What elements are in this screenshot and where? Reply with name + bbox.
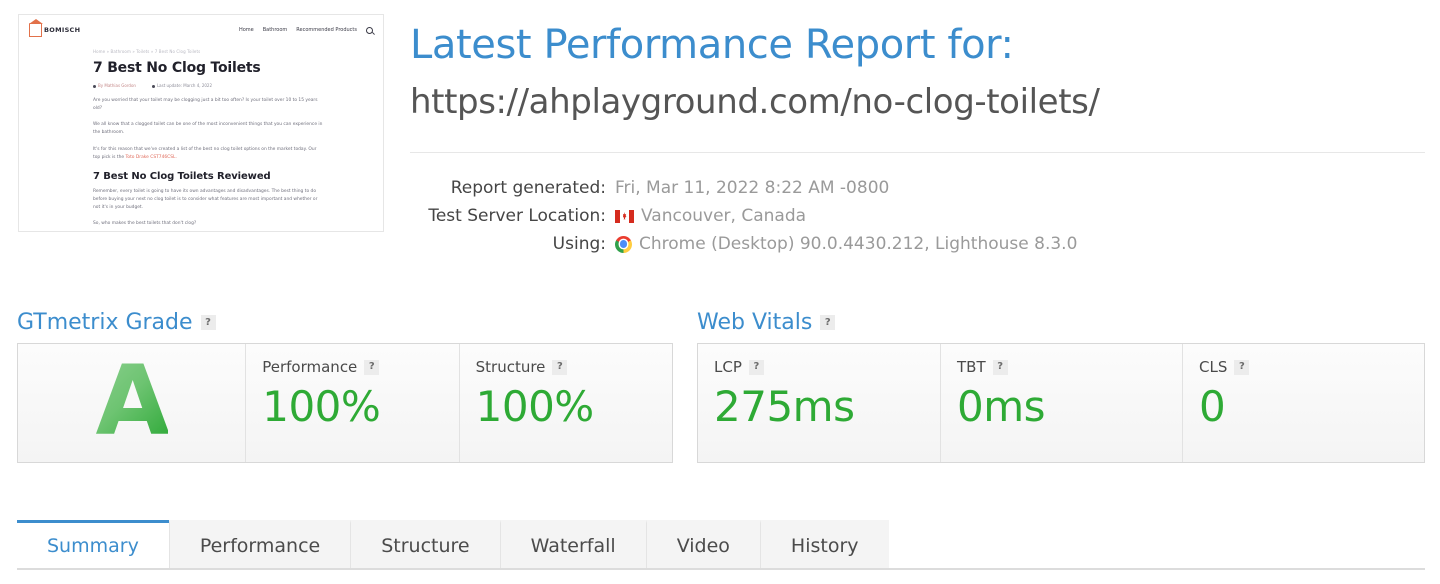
thumbnail-article-meta: By Mathias Gordon Last update: March 4, … bbox=[93, 83, 323, 88]
thumbnail-content: BOMISCH Home Bathroom Recommended Produc… bbox=[19, 15, 383, 231]
gtmetrix-grade-heading: GTmetrix Grade ? bbox=[17, 310, 673, 335]
thumbnail-paragraph-2: We all know that a clogged toilet can be… bbox=[93, 121, 323, 137]
help-icon-structure[interactable]: ? bbox=[552, 360, 567, 375]
report-metadata: Report generated: Fri, Mar 11, 2022 8:22… bbox=[410, 174, 1310, 258]
metadata-row-using: Using: Chrome (Desktop) 90.0.4430.212, L… bbox=[410, 230, 1310, 258]
metadata-label: Report generated: bbox=[410, 178, 615, 198]
clock-icon bbox=[152, 85, 155, 88]
report-generated-value: Fri, Mar 11, 2022 8:22 AM -0800 bbox=[615, 178, 889, 198]
tbt-cell: TBT ? 0ms bbox=[940, 344, 1182, 462]
lcp-value: 275ms bbox=[714, 386, 924, 428]
page-screenshot-thumbnail[interactable]: BOMISCH Home Bathroom Recommended Produc… bbox=[18, 14, 384, 232]
thumbnail-paragraph-5: So, who makes the best toilets that don'… bbox=[93, 220, 323, 228]
page-title: Latest Performance Report for: bbox=[410, 22, 1014, 68]
tab-waterfall[interactable]: Waterfall bbox=[500, 520, 646, 568]
performance-score-label: Performance ? bbox=[262, 358, 442, 376]
maple-leaf-icon bbox=[623, 212, 627, 220]
chrome-icon bbox=[615, 236, 632, 253]
structure-score-value: 100% bbox=[476, 386, 656, 428]
help-icon-tbt[interactable]: ? bbox=[993, 360, 1008, 375]
cls-cell: CLS ? 0 bbox=[1182, 344, 1424, 462]
thumbnail-paragraph-1: Are you worried that your toilet may be … bbox=[93, 97, 323, 113]
thumbnail-logo: BOMISCH bbox=[29, 23, 80, 37]
thumbnail-site-nav: BOMISCH Home Bathroom Recommended Produc… bbox=[19, 15, 383, 45]
report-header: BOMISCH Home Bathroom Recommended Produc… bbox=[0, 0, 1440, 280]
metadata-value: Fri, Mar 11, 2022 8:22 AM -0800 bbox=[615, 178, 889, 198]
tab-video[interactable]: Video bbox=[646, 520, 760, 568]
tab-structure[interactable]: Structure bbox=[350, 520, 499, 568]
thumbnail-heading: 7 Best No Clog Toilets bbox=[93, 60, 323, 76]
metadata-row-test-server-location: Test Server Location: Vancouver, Canada bbox=[410, 202, 1310, 230]
thumbnail-byline: By Mathias Gordon bbox=[93, 83, 136, 88]
metadata-row-report-generated: Report generated: Fri, Mar 11, 2022 8:22… bbox=[410, 174, 1310, 202]
tab-history[interactable]: History bbox=[760, 520, 889, 568]
web-vitals-panel: Web Vitals ? LCP ? 275ms TBT ? 0ms CLS ?… bbox=[697, 310, 1425, 463]
gtmetrix-grade-panel: GTmetrix Grade ? A Performance ? 100% St… bbox=[17, 310, 673, 463]
thumbnail-paragraph-3: It's for this reason that we've created … bbox=[93, 146, 323, 162]
cls-label: CLS ? bbox=[1199, 358, 1408, 376]
gtmetrix-grade-card: A Performance ? 100% Structure ? 100% bbox=[17, 343, 673, 463]
cls-value: 0 bbox=[1199, 386, 1408, 428]
performance-score-cell: Performance ? 100% bbox=[245, 344, 458, 462]
help-icon-cls[interactable]: ? bbox=[1234, 360, 1249, 375]
tab-performance[interactable]: Performance bbox=[169, 520, 350, 568]
performance-score-value: 100% bbox=[262, 386, 442, 428]
metadata-label: Using: bbox=[410, 234, 615, 254]
web-vitals-card: LCP ? 275ms TBT ? 0ms CLS ? 0 bbox=[697, 343, 1425, 463]
overall-grade-value: A bbox=[95, 353, 167, 449]
thumbnail-article: Home » Bathroom » Toilets » 7 Best No Cl… bbox=[93, 49, 323, 232]
web-vitals-heading-label: Web Vitals bbox=[697, 310, 812, 335]
help-icon-lcp[interactable]: ? bbox=[749, 360, 764, 375]
metadata-value: Chrome (Desktop) 90.0.4430.212, Lighthou… bbox=[615, 234, 1077, 254]
thumbnail-paragraph-4: Remember, every toilet is going to have … bbox=[93, 188, 323, 212]
thumbnail-nav-item-home: Home bbox=[239, 27, 254, 33]
flag-canada-icon bbox=[615, 210, 634, 223]
web-vitals-heading: Web Vitals ? bbox=[697, 310, 1425, 335]
gtmetrix-grade-heading-label: GTmetrix Grade bbox=[17, 310, 193, 335]
overall-grade-cell: A bbox=[18, 344, 245, 462]
structure-score-cell: Structure ? 100% bbox=[459, 344, 672, 462]
tab-summary[interactable]: Summary bbox=[17, 520, 169, 568]
thumbnail-logo-text: BOMISCH bbox=[44, 26, 80, 34]
thumbnail-updated: Last update: March 4, 2022 bbox=[152, 83, 212, 88]
structure-score-label: Structure ? bbox=[476, 358, 656, 376]
report-tabs: Summary Performance Structure Waterfall … bbox=[17, 520, 1425, 570]
help-icon-web-vitals[interactable]: ? bbox=[820, 315, 835, 330]
header-divider bbox=[410, 152, 1425, 153]
thumbnail-nav-item-bathroom: Bathroom bbox=[263, 27, 288, 33]
thumbnail-nav-item-recommended-products: Recommended Products bbox=[296, 27, 357, 33]
lcp-cell: LCP ? 275ms bbox=[698, 344, 940, 462]
metadata-value: Vancouver, Canada bbox=[615, 206, 806, 226]
metadata-label: Test Server Location: bbox=[410, 206, 615, 226]
search-icon bbox=[366, 27, 373, 34]
tested-url[interactable]: https://ahplayground.com/no-clog-toilets… bbox=[410, 82, 1100, 122]
lcp-label: LCP ? bbox=[714, 358, 924, 376]
tbt-label: TBT ? bbox=[957, 358, 1166, 376]
house-logo-icon bbox=[29, 23, 42, 37]
thumbnail-breadcrumb: Home » Bathroom » Toilets » 7 Best No Cl… bbox=[93, 49, 323, 54]
author-icon bbox=[93, 85, 96, 88]
help-icon-performance[interactable]: ? bbox=[364, 360, 379, 375]
thumbnail-heading-2: 7 Best No Clog Toilets Reviewed bbox=[93, 171, 323, 182]
using-browser-value: Chrome (Desktop) 90.0.4430.212, Lighthou… bbox=[639, 234, 1077, 254]
tbt-value: 0ms bbox=[957, 386, 1166, 428]
thumbnail-inline-link: Toto Drake CST746CSL. bbox=[125, 155, 176, 160]
test-server-location-value: Vancouver, Canada bbox=[641, 206, 806, 226]
thumbnail-nav-items: Home Bathroom Recommended Products bbox=[239, 27, 373, 34]
help-icon-gtmetrix-grade[interactable]: ? bbox=[201, 315, 216, 330]
